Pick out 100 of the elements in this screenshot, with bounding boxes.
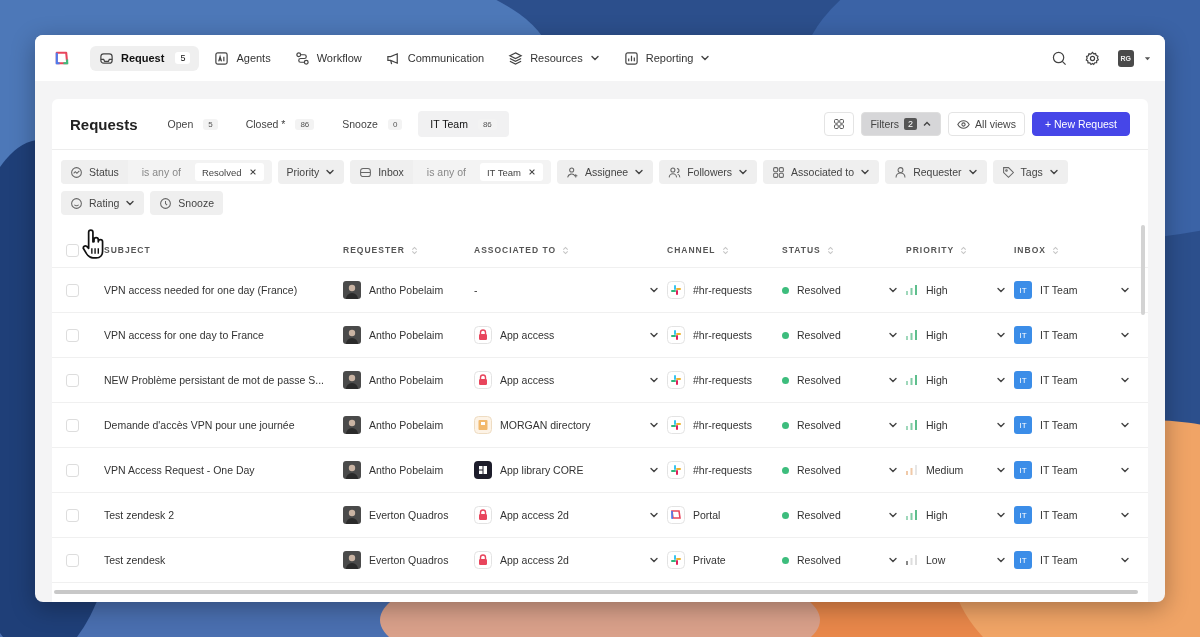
chevron-down-icon <box>1120 375 1130 385</box>
column-header[interactable]: REQUESTER <box>343 245 405 255</box>
filters-button[interactable]: Filters 2 <box>861 112 942 136</box>
row-checkbox[interactable] <box>66 373 79 387</box>
column-header[interactable]: CHANNEL <box>667 245 716 255</box>
subject-text[interactable]: Test zendesk <box>104 554 166 566</box>
column-header[interactable]: ASSOCIATED TO <box>474 245 557 255</box>
column-header[interactable]: INBOX <box>1014 245 1046 255</box>
close-icon[interactable] <box>248 168 257 176</box>
column-header[interactable]: STATUS <box>782 245 821 255</box>
inbox-name: IT Team <box>1040 419 1078 431</box>
avatar-icon <box>343 326 361 344</box>
filter-dropdown[interactable]: Requester <box>885 160 987 184</box>
workflow-icon <box>294 50 310 66</box>
filter-dropdown[interactable]: Tags <box>992 160 1068 184</box>
close-icon[interactable] <box>527 168 536 176</box>
sort-icon[interactable] <box>1051 245 1059 255</box>
row-checkbox[interactable] <box>66 553 79 567</box>
sort-icon[interactable] <box>562 245 570 255</box>
chevron-down-icon <box>649 330 659 340</box>
chevron-down-icon <box>888 285 898 295</box>
chevron-down-icon <box>649 465 659 475</box>
filter-value-tag[interactable]: Resolved <box>194 163 264 181</box>
nav-item[interactable]: Communication <box>376 45 494 71</box>
avatar-icon <box>343 506 361 524</box>
sort-icon[interactable] <box>960 245 968 255</box>
nav-item[interactable]: Agents <box>205 45 280 71</box>
filter-dropdown[interactable]: Associated to <box>763 160 880 184</box>
portal-logo-icon <box>667 506 685 524</box>
horizontal-scrollbar[interactable] <box>54 590 1138 594</box>
chevron-down-icon <box>1120 510 1130 520</box>
subject-text[interactable]: Demande d'accès VPN pour une journée <box>104 419 295 431</box>
filter-value-tag[interactable]: IT Team <box>479 163 543 181</box>
filter-field-button[interactable]: Inbox <box>350 160 413 184</box>
filter-dropdown[interactable]: Priority <box>277 160 345 184</box>
subject-text[interactable]: VPN access needed for one day (France) <box>104 284 298 296</box>
subject-text[interactable]: NEW Problème persistant de mot de passe S... <box>104 374 324 386</box>
priority-label: High <box>926 284 948 296</box>
settings-icon[interactable] <box>1084 50 1100 66</box>
chevron-down-icon <box>649 510 659 520</box>
folder-icon <box>474 416 492 434</box>
channel-name: #hr-requests <box>693 419 752 431</box>
select-all-checkbox[interactable] <box>66 243 79 257</box>
chevron-down-icon <box>649 285 659 295</box>
requester-name: Antho Pobelaim <box>369 419 444 431</box>
chevron-down-icon <box>888 420 898 430</box>
filter-field-button[interactable]: Status <box>61 160 128 184</box>
inbox-name: IT Team <box>1040 509 1078 521</box>
layers-icon <box>508 50 524 66</box>
caret-icon[interactable] <box>1144 54 1151 62</box>
row-checkbox[interactable] <box>66 418 79 432</box>
sort-icon[interactable] <box>410 245 418 255</box>
chevron-down-icon <box>649 375 659 385</box>
app-logo-icon[interactable] <box>53 49 70 67</box>
row-checkbox[interactable] <box>66 328 79 342</box>
view-tab[interactable]: Closed * 86 <box>233 111 327 137</box>
sort-icon[interactable] <box>826 245 834 255</box>
nav-item[interactable]: Resources <box>499 45 609 71</box>
filter-dropdown[interactable]: Followers <box>659 160 758 184</box>
all-views-button[interactable]: All views <box>948 112 1025 136</box>
requester-name: Antho Pobelaim <box>369 284 444 296</box>
channel-name: #hr-requests <box>693 374 752 386</box>
associated-item: App access <box>500 374 555 386</box>
column-header[interactable]: SUBJECT <box>104 245 151 255</box>
subject-text[interactable]: VPN Access Request - One Day <box>104 464 255 476</box>
new-request-button[interactable]: + New Request <box>1031 112 1130 136</box>
subject-text[interactable]: VPN access for one day to France <box>104 329 264 341</box>
nav-item[interactable]: Workflow <box>285 45 371 71</box>
nav-item[interactable]: Reporting <box>614 45 720 71</box>
chart-icon <box>623 50 639 66</box>
vertical-scrollbar[interactable] <box>1141 225 1145 315</box>
chevron-down-icon <box>996 330 1006 340</box>
view-tab[interactable]: IT Team 86 <box>418 111 509 137</box>
chevron-down-icon <box>888 555 898 565</box>
hashtag-icon <box>667 416 685 434</box>
view-tab[interactable]: Snooze 0 <box>330 111 415 137</box>
row-checkbox[interactable] <box>66 283 79 297</box>
filter-dropdown[interactable]: Rating <box>61 191 145 215</box>
nav-item[interactable]: Request 5 <box>90 45 200 71</box>
row-checkbox[interactable] <box>66 463 79 477</box>
hashtag-icon <box>667 281 685 299</box>
column-header[interactable]: PRIORITY <box>906 245 955 255</box>
sort-icon[interactable] <box>721 245 729 255</box>
search-icon[interactable] <box>1051 50 1067 66</box>
inbox-badge: IT <box>1014 506 1032 524</box>
inbox-name: IT Team <box>1040 284 1078 296</box>
chevron-down-icon <box>1120 555 1130 565</box>
filter-dropdown[interactable]: Assignee <box>556 160 654 184</box>
inbox-badge: IT <box>1014 281 1032 299</box>
chevron-up-icon <box>922 119 933 129</box>
chevron-down-icon <box>996 510 1006 520</box>
hashtag-icon <box>667 371 685 389</box>
layout-toggle-button[interactable] <box>824 112 855 136</box>
row-checkbox[interactable] <box>66 508 79 522</box>
grid-app-icon <box>474 461 492 479</box>
chevron-down-icon <box>996 375 1006 385</box>
filter-dropdown[interactable]: Snooze <box>150 191 223 215</box>
subject-text[interactable]: Test zendesk 2 <box>104 509 175 521</box>
channel-name: #hr-requests <box>693 329 752 341</box>
view-tab[interactable]: Open 5 <box>155 111 230 137</box>
